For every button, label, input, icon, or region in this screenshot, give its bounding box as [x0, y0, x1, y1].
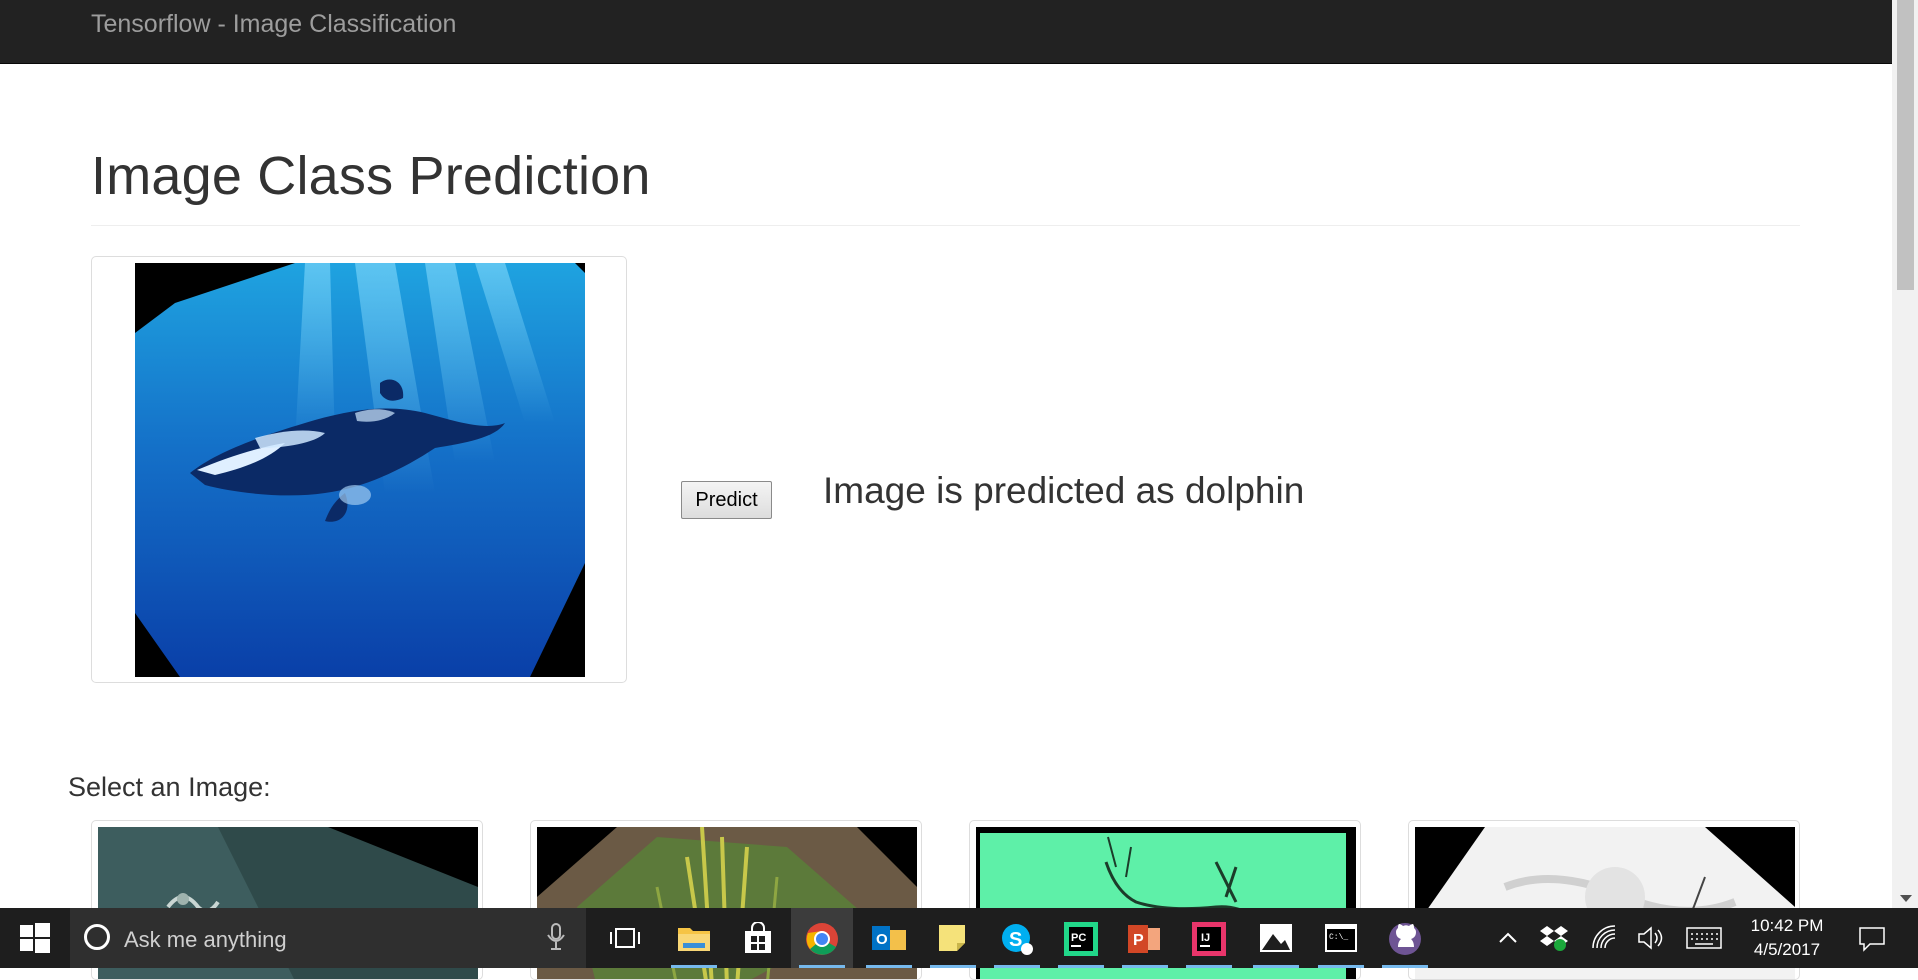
- folder-icon: [678, 928, 710, 951]
- wifi-icon: [1592, 925, 1616, 949]
- photos-icon: [1260, 924, 1292, 952]
- notification-icon: [1859, 927, 1885, 952]
- selected-image: [135, 263, 585, 677]
- divider: [91, 225, 1800, 226]
- taskbar: Ask me anything O S PC P IJ C:\_ 10:42 P…: [0, 908, 1918, 968]
- svg-text:C:\_: C:\_: [1329, 933, 1348, 942]
- navbar: Tensorflow - Image Classification: [0, 0, 1892, 64]
- taskbar-clock[interactable]: 10:42 PM 4/5/2017: [1735, 914, 1839, 962]
- microphone-icon[interactable]: [545, 923, 567, 951]
- taskbar-file-explorer[interactable]: [663, 908, 725, 968]
- taskbar-intellij[interactable]: IJ: [1178, 908, 1240, 968]
- page-scrollbar[interactable]: [1892, 0, 1918, 908]
- clock-time: 10:42 PM: [1750, 916, 1824, 935]
- page-title: Image Class Prediction: [91, 146, 651, 206]
- start-button[interactable]: [0, 908, 68, 968]
- taskbar-photos[interactable]: [1245, 908, 1307, 968]
- taskbar-pycharm[interactable]: PC: [1050, 908, 1112, 968]
- store-bag-icon: [745, 922, 771, 953]
- search-placeholder: Ask me anything: [124, 927, 287, 952]
- taskbar-chrome[interactable]: [791, 908, 853, 968]
- taskbar-skype[interactable]: S: [986, 908, 1048, 968]
- scroll-down-arrow-icon[interactable]: [1900, 895, 1912, 902]
- cortana-icon: [84, 924, 110, 950]
- taskbar-github[interactable]: [1374, 908, 1436, 968]
- select-image-label: Select an Image:: [68, 772, 271, 802]
- selected-image-card: [91, 256, 627, 683]
- svg-text:O: O: [876, 931, 888, 948]
- dropbox-icon: [1540, 926, 1568, 951]
- sticky-note-icon: [939, 925, 965, 951]
- task-view-icon: [610, 928, 640, 948]
- outlook-icon: O: [872, 926, 906, 950]
- github-icon: [1389, 923, 1421, 955]
- cortana-search-box[interactable]: Ask me anything: [70, 908, 586, 968]
- chrome-icon: [806, 923, 838, 955]
- svg-text:IJ: IJ: [1201, 932, 1210, 944]
- svg-text:S: S: [1009, 929, 1022, 951]
- clock-date: 4/5/2017: [1753, 940, 1821, 959]
- terminal-icon: C:\_: [1325, 924, 1357, 952]
- prediction-result: Image is predicted as dolphin: [823, 470, 1305, 511]
- taskbar-powerpoint[interactable]: P: [1114, 908, 1176, 968]
- show-hidden-icons-button[interactable]: [1494, 908, 1522, 968]
- powerpoint-icon: P: [1128, 925, 1160, 953]
- intellij-icon: IJ: [1192, 922, 1226, 956]
- skype-icon: S: [1002, 924, 1033, 955]
- taskbar-store[interactable]: [727, 908, 789, 968]
- action-center-button[interactable]: [1852, 908, 1892, 968]
- navbar-brand[interactable]: Tensorflow - Image Classification: [91, 10, 456, 39]
- tray-network[interactable]: [1588, 908, 1622, 968]
- tray-touch-keyboard[interactable]: [1684, 908, 1724, 968]
- tray-dropbox[interactable]: [1538, 908, 1572, 968]
- taskbar-command-prompt[interactable]: C:\_: [1310, 908, 1372, 968]
- svg-text:P: P: [1133, 932, 1144, 949]
- tray-volume[interactable]: [1634, 908, 1668, 968]
- chevron-up-icon: [1499, 932, 1517, 943]
- svg-text:PC: PC: [1071, 932, 1086, 944]
- taskbar-sticky-notes[interactable]: [922, 908, 984, 968]
- taskbar-outlook[interactable]: O: [858, 908, 920, 968]
- predict-button[interactable]: Predict: [681, 481, 772, 519]
- pycharm-icon: PC: [1064, 922, 1098, 956]
- scrollbar-thumb[interactable]: [1897, 0, 1914, 290]
- speaker-icon: [1638, 926, 1663, 950]
- task-view-button[interactable]: [594, 908, 656, 968]
- windows-logo-icon: [20, 923, 50, 953]
- keyboard-icon: [1686, 927, 1722, 949]
